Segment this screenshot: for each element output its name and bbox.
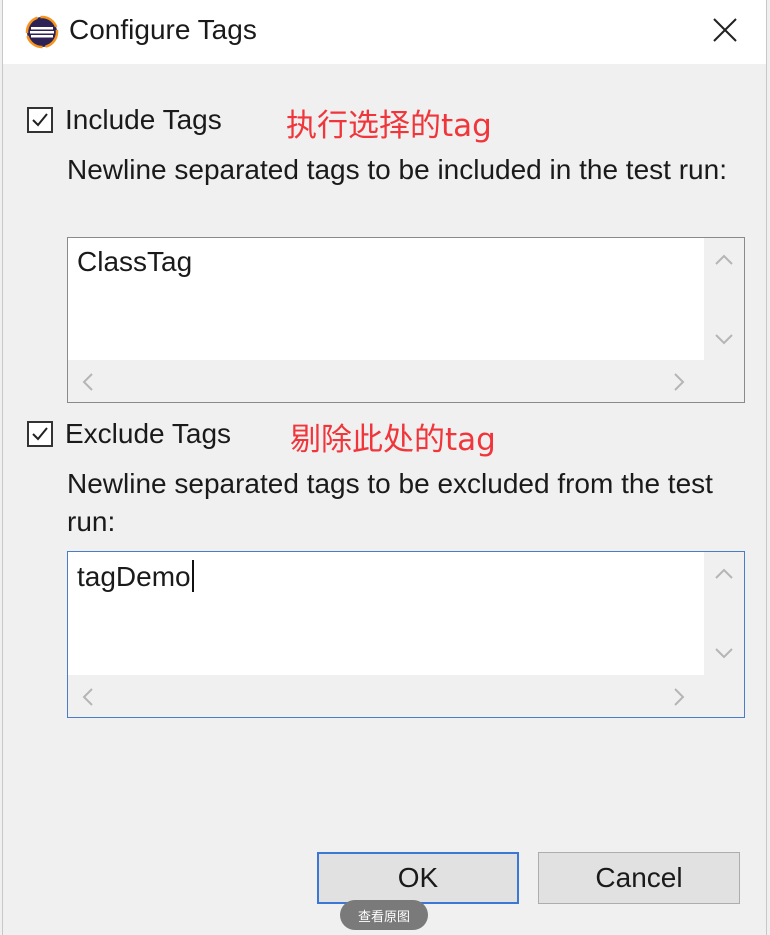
checkmark-icon <box>32 113 48 127</box>
scroll-right-icon[interactable] <box>673 687 685 707</box>
scroll-right-icon[interactable] <box>673 372 685 392</box>
include-annotation: 执行选择的tag <box>286 108 492 144</box>
scrollbar-corner <box>704 360 744 402</box>
include-tags-value: ClassTag <box>77 246 193 277</box>
exclude-tags-value: tagDemo <box>77 560 194 593</box>
text-caret <box>191 560 194 592</box>
exclude-horizontal-scrollbar[interactable] <box>68 675 704 717</box>
exclude-description: Newline separated tags to be excluded fr… <box>67 468 713 537</box>
scroll-left-icon[interactable] <box>82 372 94 392</box>
scroll-up-icon[interactable] <box>714 254 734 266</box>
configure-tags-dialog: Configure Tags Include Tags 执行选择的tag New… <box>2 0 767 935</box>
close-icon <box>713 18 737 42</box>
include-description: Newline separated tags to be included in… <box>67 154 727 185</box>
ok-button[interactable]: OK <box>317 852 519 904</box>
scroll-left-icon[interactable] <box>82 687 94 707</box>
scroll-up-icon[interactable] <box>714 568 734 580</box>
checkmark-icon <box>32 427 48 441</box>
exclude-annotation: 剔除此处的tag <box>290 422 496 458</box>
exclude-tags-checkbox[interactable] <box>27 421 53 447</box>
exclude-tags-label[interactable]: Exclude Tags <box>65 418 231 450</box>
include-horizontal-scrollbar[interactable] <box>68 360 704 402</box>
title-bar: Configure Tags <box>3 0 766 64</box>
include-tags-textarea[interactable]: ClassTag <box>67 237 745 403</box>
include-tags-checkbox[interactable] <box>27 107 53 133</box>
include-tags-label[interactable]: Include Tags <box>65 104 222 136</box>
close-button[interactable] <box>703 10 747 50</box>
exclude-tags-textarea[interactable]: tagDemo <box>67 551 745 718</box>
eclipse-icon <box>25 15 59 49</box>
scroll-down-icon[interactable] <box>714 333 734 345</box>
view-original-badge[interactable]: 查看原图 <box>340 900 428 930</box>
cancel-button[interactable]: Cancel <box>538 852 740 904</box>
scroll-down-icon[interactable] <box>714 647 734 659</box>
dialog-title: Configure Tags <box>69 14 257 45</box>
include-vertical-scrollbar[interactable] <box>704 238 744 362</box>
exclude-vertical-scrollbar[interactable] <box>704 552 744 676</box>
scrollbar-corner <box>704 675 744 717</box>
